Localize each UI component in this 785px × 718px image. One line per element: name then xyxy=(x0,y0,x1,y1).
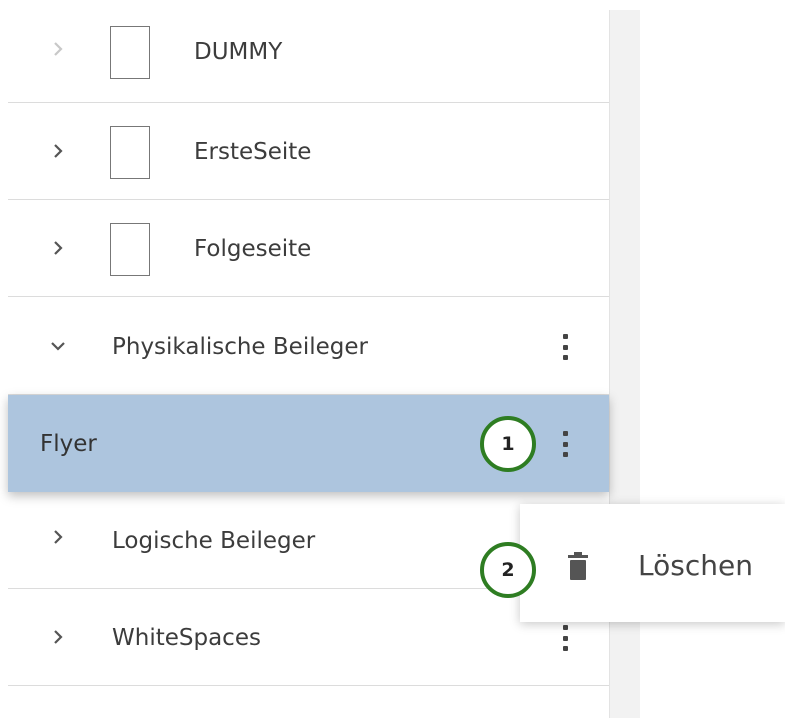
tree-item-label: DUMMY xyxy=(194,39,283,65)
tree-item-dummy[interactable]: DUMMY xyxy=(8,6,609,103)
page-icon xyxy=(110,223,150,276)
tree-item-physikalische-beileger[interactable]: Physikalische Beileger xyxy=(8,298,609,395)
chevron-down-icon[interactable] xyxy=(45,333,71,359)
context-menu-item-delete[interactable]: Löschen xyxy=(520,504,785,622)
more-vertical-icon[interactable] xyxy=(561,431,569,457)
page-icon xyxy=(110,126,150,179)
more-vertical-icon[interactable] xyxy=(561,625,569,651)
chevron-right-icon[interactable] xyxy=(45,36,71,62)
tree-item-label: Physikalische Beileger xyxy=(112,334,368,360)
tree-item-label: WhiteSpaces xyxy=(112,625,261,651)
tree-item-label: ErsteSeite xyxy=(194,139,312,165)
more-vertical-icon[interactable] xyxy=(561,334,569,360)
tree-item-label: Folgeseite xyxy=(194,236,312,262)
trash-icon xyxy=(568,552,588,580)
step-badge-2: 2 xyxy=(480,542,536,598)
tree-item-label: Flyer xyxy=(40,431,97,457)
chevron-right-icon[interactable] xyxy=(45,624,71,650)
tree-item-ersteseite[interactable]: ErsteSeite xyxy=(8,103,609,200)
tree-item-folgeseite[interactable]: Folgeseite xyxy=(8,200,609,297)
page-icon xyxy=(110,26,150,79)
context-menu: Löschen xyxy=(520,504,785,622)
chevron-right-icon[interactable] xyxy=(45,138,71,164)
chevron-right-icon[interactable] xyxy=(45,524,71,550)
tree-item-label: Logische Beileger xyxy=(112,528,316,554)
chevron-right-icon[interactable] xyxy=(45,235,71,261)
step-badge-1: 1 xyxy=(480,416,536,472)
tree-item-whitespaces[interactable]: WhiteSpaces xyxy=(8,589,609,686)
delete-label: Löschen xyxy=(638,549,753,582)
